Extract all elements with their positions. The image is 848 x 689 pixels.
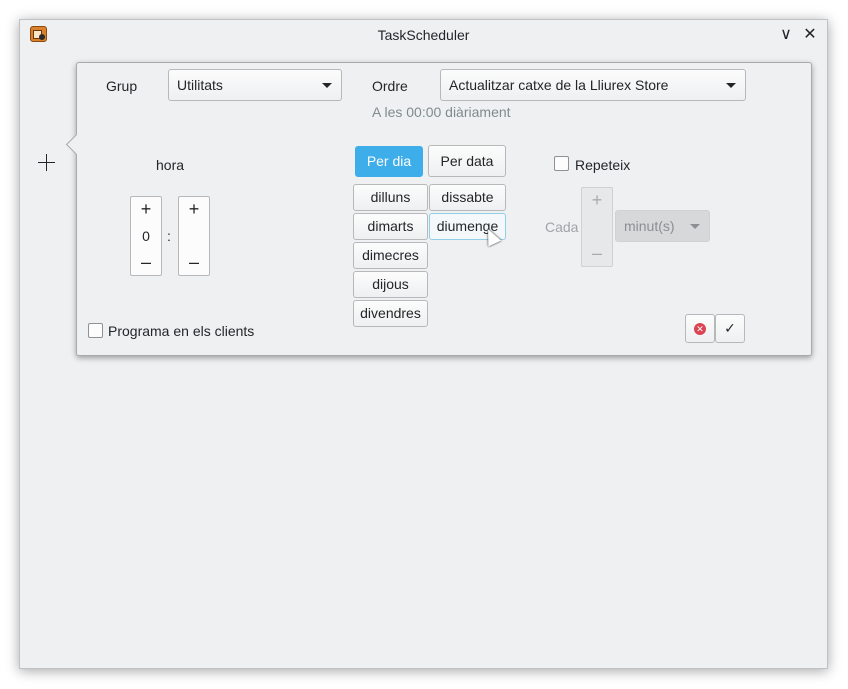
repeat-checkbox[interactable]: [554, 156, 569, 171]
interval-spinner[interactable]: + –: [581, 187, 613, 267]
cancel-button[interactable]: ✕: [685, 314, 715, 343]
time-separator: :: [167, 228, 171, 244]
hour-decrement-button[interactable]: –: [131, 252, 161, 273]
chevron-down-icon: [726, 83, 736, 88]
clients-label: Programa en els clients: [108, 323, 255, 339]
interval-decrement-button[interactable]: –: [582, 243, 612, 264]
every-label: Cada: [545, 219, 579, 235]
popover-pointer: [65, 133, 88, 156]
day-button-tuesday[interactable]: dimarts: [353, 213, 428, 240]
checkmark-icon: ✓: [724, 320, 736, 336]
close-window-button[interactable]: ✕: [800, 25, 820, 45]
confirm-button[interactable]: ✓: [715, 314, 745, 343]
day-button-friday[interactable]: divendres: [353, 300, 428, 327]
task-editor-popover: Grup Utilitats Ordre Actualitzar catxe d…: [65, 62, 812, 356]
minute-decrement-button[interactable]: –: [179, 252, 209, 273]
interval-increment-button[interactable]: +: [582, 190, 612, 211]
interval-unit-combo[interactable]: minut(s): [615, 210, 710, 242]
chevron-down-icon: [690, 224, 700, 229]
order-combo-value: Actualitzar catxe de la Lliurex Store: [449, 77, 669, 93]
cancel-icon: ✕: [694, 323, 706, 335]
hour-spinner[interactable]: + 0 –: [130, 196, 162, 276]
day-button-saturday[interactable]: dissabte: [429, 184, 506, 211]
minute-spinner[interactable]: + –: [178, 196, 210, 276]
chevron-down-icon: [322, 83, 332, 88]
main-content: Grup Utilitats Ordre Actualitzar catxe d…: [20, 50, 827, 668]
per-date-button[interactable]: Per data: [428, 145, 506, 177]
group-label: Grup: [106, 78, 138, 94]
hour-value[interactable]: 0: [131, 228, 161, 244]
hour-label: hora: [156, 157, 185, 173]
order-label: Ordre: [372, 78, 408, 94]
interval-unit-value: minut(s): [624, 218, 675, 234]
window-title: TaskScheduler: [377, 27, 470, 43]
day-button-thursday[interactable]: dijous: [353, 271, 428, 298]
per-day-button[interactable]: Per dia: [355, 146, 423, 177]
group-combo[interactable]: Utilitats: [168, 69, 342, 101]
minimize-button[interactable]: ∨: [776, 25, 796, 45]
clients-checkbox[interactable]: [88, 323, 103, 338]
title-bar: TaskScheduler ∨ ✕: [20, 20, 827, 50]
repeat-label: Repeteix: [575, 157, 631, 173]
group-combo-value: Utilitats: [177, 77, 223, 93]
day-button-wednesday[interactable]: dimecres: [353, 242, 428, 269]
day-button-monday[interactable]: dilluns: [353, 184, 428, 211]
order-combo[interactable]: Actualitzar catxe de la Lliurex Store: [440, 69, 746, 101]
minute-increment-button[interactable]: +: [179, 199, 209, 220]
app-window: TaskScheduler ∨ ✕ Grup Utilitats Ordre A…: [19, 19, 828, 669]
hour-increment-button[interactable]: +: [131, 199, 161, 220]
add-task-icon[interactable]: [38, 154, 55, 171]
schedule-summary: A les 00:00 diàriament: [372, 104, 511, 120]
